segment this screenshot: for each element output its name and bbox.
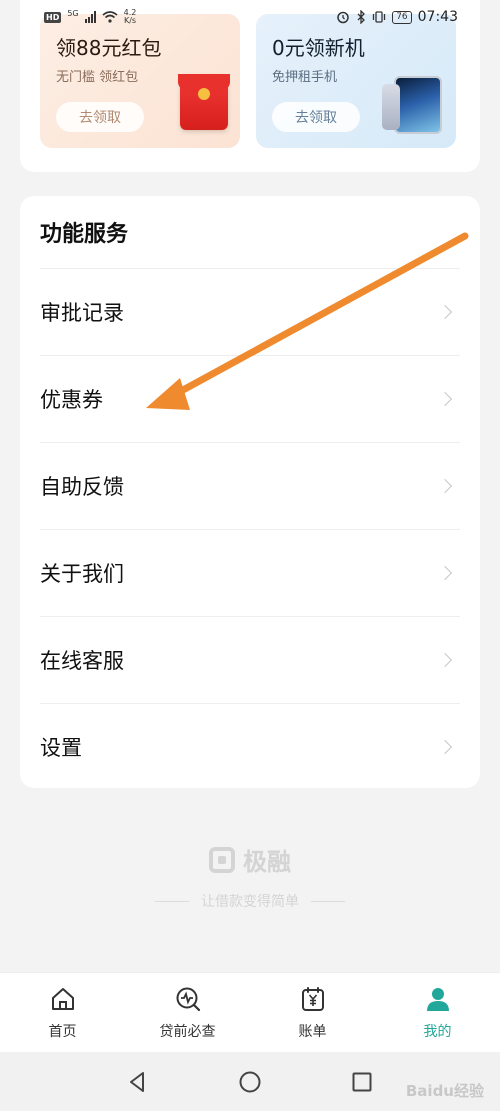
vibrate-icon	[373, 11, 386, 23]
menu-item-online-support[interactable]: 在线客服	[40, 616, 460, 703]
menu-item-self-feedback[interactable]: 自助反馈	[40, 442, 460, 529]
red-packet-icon	[178, 74, 230, 130]
brand-logo: 极融	[209, 842, 291, 877]
claim-new-phone-button[interactable]: 去领取	[272, 102, 360, 132]
bottom-tab-bar: 首页 贷前必查 账单 我的	[0, 972, 500, 1052]
promo-title: 领88元红包	[56, 36, 162, 60]
recents-icon[interactable]	[350, 1070, 374, 1094]
bill-icon	[301, 986, 324, 1011]
claim-red-packet-button[interactable]: 去领取	[56, 102, 144, 132]
brand-slogan: 让借款变得简单	[0, 891, 500, 911]
hd-badge: HD	[44, 11, 62, 23]
services-card: 功能服务 审批记录 优惠券 自助反馈 关于我们 在线客服 设置	[20, 196, 480, 788]
menu-item-label: 自助反馈	[40, 475, 124, 499]
network-type: 5G	[67, 9, 79, 18]
tab-pre-loan-check[interactable]: 贷前必查	[133, 985, 243, 1041]
home-circle-icon[interactable]	[238, 1070, 262, 1094]
promo-subtitle: 无门槛 领红包	[56, 70, 139, 85]
tab-home[interactable]: 首页	[8, 985, 118, 1041]
phone-image	[382, 76, 442, 134]
tab-label: 贷前必查	[159, 1023, 216, 1040]
tab-bills[interactable]: 账单	[258, 985, 368, 1041]
tab-label: 我的	[423, 1023, 452, 1040]
wifi-icon	[102, 11, 118, 23]
promo-card-new-phone[interactable]: 0元领新机 免押租手机 去领取	[256, 14, 456, 148]
network-speed: 4.2 K/s	[123, 8, 137, 25]
menu-item-approval-records[interactable]: 审批记录	[40, 268, 460, 355]
promo-title: 0元领新机	[272, 36, 365, 60]
brand-footer: 极融 让借款变得简单	[0, 842, 500, 911]
back-icon[interactable]	[126, 1070, 150, 1094]
menu-item-about-us[interactable]: 关于我们	[40, 529, 460, 616]
chevron-right-icon	[437, 304, 453, 320]
menu-item-label: 审批记录	[40, 301, 124, 325]
watermark: Baidu经验	[405, 1082, 484, 1100]
tab-mine[interactable]: 我的	[383, 985, 493, 1041]
pulse-search-icon	[176, 987, 200, 1011]
menu-item-label: 关于我们	[40, 562, 124, 586]
menu-item-label: 在线客服	[40, 649, 124, 673]
clock: 07:43	[417, 9, 458, 25]
menu-item-label: 优惠券	[40, 388, 103, 412]
tab-label: 首页	[48, 1023, 77, 1040]
menu-item-label: 设置	[40, 736, 82, 760]
alarm-icon	[337, 11, 349, 24]
brand-name: 极融	[243, 848, 291, 876]
services-title: 功能服务	[40, 222, 129, 247]
chevron-right-icon	[437, 565, 453, 581]
chevron-right-icon	[437, 739, 453, 755]
bluetooth-icon	[357, 10, 366, 24]
system-nav-bar: Baidu经验	[0, 1052, 500, 1111]
chevron-right-icon	[437, 391, 453, 407]
menu-item-settings[interactable]: 设置	[40, 703, 460, 790]
battery-indicator: 76	[392, 10, 412, 24]
brand-logo-icon	[209, 846, 235, 873]
chevron-right-icon	[437, 652, 453, 668]
promo-subtitle: 免押租手机	[272, 70, 338, 85]
user-icon	[426, 987, 449, 1011]
menu-item-coupons[interactable]: 优惠券	[40, 355, 460, 442]
promo-card-red-packet[interactable]: 领88元红包 无门槛 领红包 去领取	[40, 14, 240, 148]
chevron-right-icon	[437, 478, 453, 494]
tab-label: 账单	[298, 1023, 327, 1040]
signal-icon	[84, 11, 96, 23]
home-icon	[51, 987, 74, 1010]
status-bar: HD 5G 4.2 K/s 76 07:43	[0, 0, 500, 34]
